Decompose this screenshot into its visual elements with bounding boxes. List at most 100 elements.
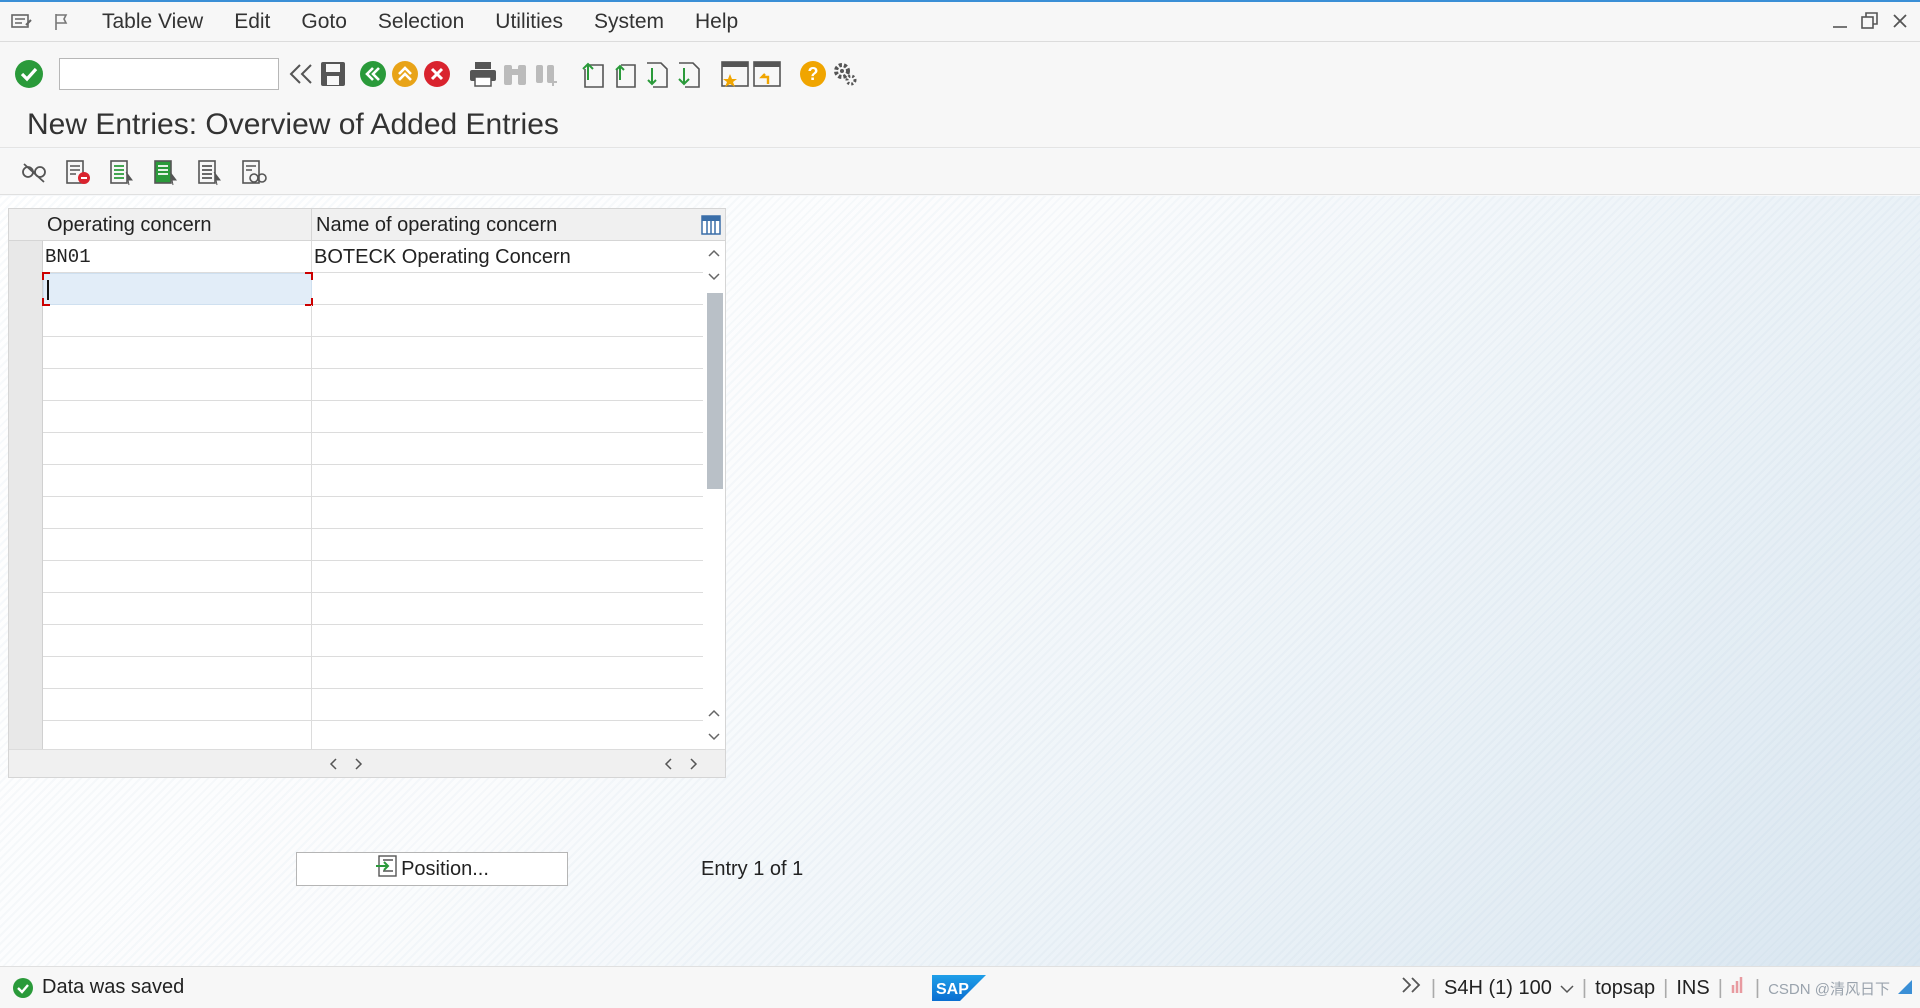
first-page-icon[interactable] bbox=[577, 58, 609, 90]
save-icon[interactable] bbox=[317, 58, 349, 90]
cell-operating-concern[interactable] bbox=[43, 593, 312, 625]
last-page-icon[interactable] bbox=[673, 58, 705, 90]
status-message[interactable]: Data was saved bbox=[12, 976, 184, 999]
scroll-right-icon[interactable] bbox=[348, 752, 370, 776]
cell-operating-concern[interactable] bbox=[43, 657, 312, 689]
print-icon[interactable] bbox=[467, 58, 499, 90]
select-block-icon[interactable] bbox=[150, 156, 182, 188]
command-input[interactable] bbox=[34, 59, 272, 89]
cell-operating-concern[interactable] bbox=[43, 625, 312, 657]
previous-page-icon[interactable] bbox=[609, 58, 641, 90]
chart-icon[interactable] bbox=[1731, 976, 1747, 1000]
table-row bbox=[43, 401, 703, 433]
status-info: | S4H (1) 100 | topsap | INS | | CSDN @清… bbox=[1401, 967, 1912, 1008]
menu-item-edit[interactable]: Edit bbox=[234, 10, 270, 34]
cell-operating-concern[interactable] bbox=[43, 337, 312, 369]
table-row bbox=[43, 561, 703, 593]
back-green-icon[interactable] bbox=[357, 58, 389, 90]
vertical-scrollbar[interactable] bbox=[703, 241, 725, 749]
scroll-down-icon[interactable] bbox=[703, 265, 725, 289]
scroll-left-2-icon[interactable] bbox=[657, 752, 679, 776]
menu-icon[interactable] bbox=[8, 8, 36, 36]
input-mode[interactable]: INS bbox=[1676, 977, 1709, 1000]
svg-text:?: ? bbox=[808, 64, 819, 84]
scroll-left-icon[interactable] bbox=[322, 752, 344, 776]
cell-operating-concern[interactable] bbox=[43, 401, 312, 433]
menu-item-goto[interactable]: Goto bbox=[301, 10, 347, 34]
cell-operating-concern-name[interactable] bbox=[312, 529, 703, 561]
back-icon[interactable] bbox=[285, 58, 317, 90]
cell-operating-concern[interactable] bbox=[43, 561, 312, 593]
find-next-icon[interactable] bbox=[531, 58, 563, 90]
menu-item-utilities[interactable]: Utilities bbox=[495, 10, 563, 34]
menu-items: Table View Edit Goto Selection Utilities Syst… bbox=[102, 10, 769, 34]
expand-status-icon[interactable] bbox=[1401, 976, 1423, 1000]
horizontal-scrollbar[interactable] bbox=[9, 749, 725, 777]
position-button[interactable]: Position... bbox=[296, 852, 568, 886]
scrollbar-thumb[interactable] bbox=[707, 293, 723, 489]
change-display-icon[interactable] bbox=[18, 156, 50, 188]
shortcut-icon[interactable] bbox=[751, 58, 783, 90]
delete-icon[interactable] bbox=[62, 156, 94, 188]
cell-operating-concern-name[interactable] bbox=[312, 433, 703, 465]
restore-icon[interactable] bbox=[1860, 10, 1880, 32]
sap-logo: SAP bbox=[932, 975, 986, 1001]
cell-operating-concern-name[interactable] bbox=[312, 369, 703, 401]
create-session-icon[interactable] bbox=[719, 58, 751, 90]
cell-operating-concern-name[interactable] bbox=[312, 561, 703, 593]
menu-item-help[interactable]: Help bbox=[695, 10, 738, 34]
next-page-icon[interactable] bbox=[641, 58, 673, 90]
cell-operating-concern[interactable] bbox=[43, 497, 312, 529]
help-icon[interactable]: ? bbox=[797, 58, 829, 90]
cell-operating-concern-name[interactable] bbox=[312, 689, 703, 721]
column-header-operating-concern[interactable]: Operating concern bbox=[43, 209, 312, 241]
status-bar: Data was saved SAP | S4H (1) 100 | topsa… bbox=[0, 966, 1920, 1008]
minimize-icon[interactable] bbox=[1830, 10, 1850, 32]
system-toolbar: ? bbox=[0, 42, 1920, 106]
cell-operating-concern-name[interactable] bbox=[312, 625, 703, 657]
cell-operating-concern-name[interactable] bbox=[312, 401, 703, 433]
chevron-down-icon[interactable] bbox=[1560, 977, 1574, 1000]
window-controls bbox=[1830, 10, 1910, 32]
cell-operating-concern[interactable] bbox=[43, 433, 312, 465]
cell-operating-concern[interactable]: BN01 bbox=[43, 241, 312, 273]
page-up-icon[interactable] bbox=[703, 701, 725, 725]
cell-operating-concern-name[interactable]: BOTECK Operating Concern bbox=[312, 241, 703, 273]
resize-grip-icon[interactable] bbox=[1898, 977, 1912, 1000]
page-down-icon[interactable] bbox=[703, 725, 725, 749]
close-icon[interactable] bbox=[1890, 10, 1910, 32]
scroll-up-icon[interactable] bbox=[703, 241, 725, 265]
cell-operating-concern-name[interactable] bbox=[312, 593, 703, 625]
system-info[interactable]: S4H (1) 100 bbox=[1444, 977, 1552, 1000]
row-selector-column[interactable] bbox=[9, 209, 43, 749]
favorites-flag-icon[interactable] bbox=[48, 8, 76, 36]
scroll-right-2-icon[interactable] bbox=[683, 752, 705, 776]
column-header-name[interactable]: Name of operating concern bbox=[312, 209, 702, 241]
cell-operating-concern[interactable] bbox=[43, 529, 312, 561]
status-message-text: Data was saved bbox=[42, 976, 185, 998]
menu-item-table-view[interactable]: Table View bbox=[102, 10, 203, 34]
table-settings-icon[interactable] bbox=[701, 215, 721, 235]
cancel-icon[interactable] bbox=[421, 58, 453, 90]
menu-item-system[interactable]: System bbox=[594, 10, 664, 34]
active-input-cell[interactable] bbox=[42, 272, 313, 306]
cell-operating-concern[interactable] bbox=[43, 465, 312, 497]
command-field[interactable] bbox=[34, 58, 279, 90]
success-icon bbox=[13, 977, 33, 998]
exit-icon[interactable] bbox=[389, 58, 421, 90]
deselect-all-icon[interactable] bbox=[194, 156, 226, 188]
cell-operating-concern[interactable] bbox=[43, 305, 312, 337]
cell-operating-concern[interactable] bbox=[43, 369, 312, 401]
details-icon[interactable] bbox=[238, 156, 270, 188]
cell-operating-concern-name[interactable] bbox=[312, 657, 703, 689]
find-icon[interactable] bbox=[499, 58, 531, 90]
cell-operating-concern-name[interactable] bbox=[312, 497, 703, 529]
cell-operating-concern-name[interactable] bbox=[312, 465, 703, 497]
cell-operating-concern-name[interactable] bbox=[312, 273, 703, 305]
menu-item-selection[interactable]: Selection bbox=[378, 10, 464, 34]
cell-operating-concern[interactable] bbox=[43, 689, 312, 721]
select-all-icon[interactable] bbox=[106, 156, 138, 188]
cell-operating-concern-name[interactable] bbox=[312, 337, 703, 369]
customize-icon[interactable] bbox=[829, 58, 861, 90]
cell-operating-concern-name[interactable] bbox=[312, 305, 703, 337]
